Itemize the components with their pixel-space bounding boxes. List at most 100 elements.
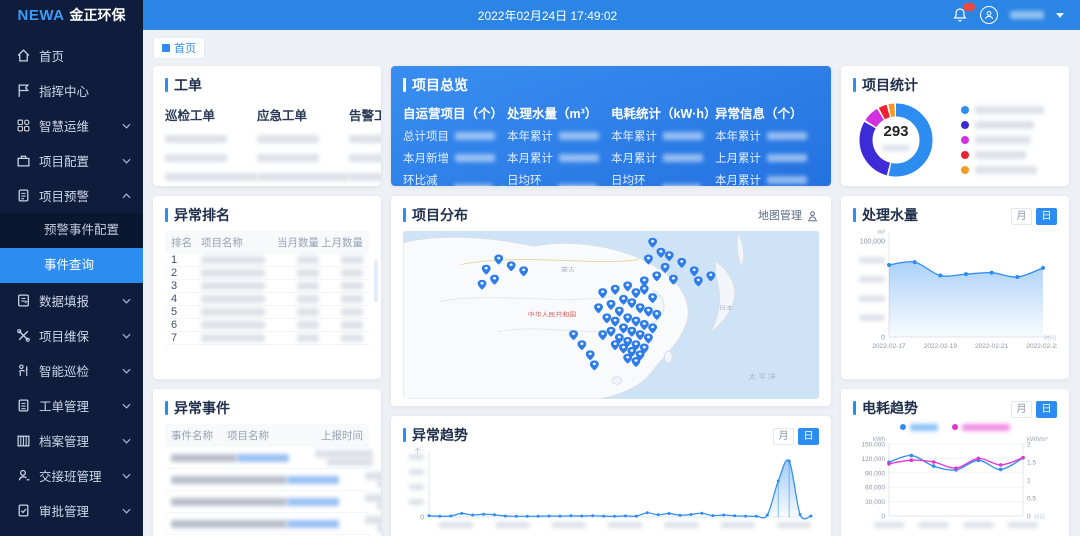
current-month-count-redacted <box>297 282 319 290</box>
sidebar-item-label: 交接班管理 <box>39 466 122 485</box>
map-pin-person-icon <box>806 209 819 222</box>
svg-text:0: 0 <box>881 335 885 342</box>
chevron-down-icon <box>122 298 131 304</box>
toggle-month[interactable]: 月 <box>773 428 794 445</box>
legend-item[interactable] <box>961 166 1044 174</box>
overview-metric-label: 日均环比 <box>507 172 552 186</box>
scrollbar-thumb[interactable] <box>374 260 378 302</box>
sidebar-item-smart-patrol[interactable]: 智能巡检 <box>0 353 143 388</box>
workorder-column-header: 巡检工单 <box>165 105 257 124</box>
event-row[interactable] <box>165 491 369 513</box>
legend-label-redacted <box>975 106 1044 114</box>
sidebar-item-label: 项目维保 <box>39 326 122 345</box>
overview-group-header: 处理水量（m³） <box>507 103 611 122</box>
toggle-day[interactable]: 日 <box>798 428 819 445</box>
user-menu-caret-icon[interactable] <box>1056 13 1064 18</box>
sidebar-item-project-maintenance[interactable]: 项目维保 <box>0 318 143 353</box>
overview-group-header: 异常信息（个） <box>715 103 819 122</box>
svg-text:0: 0 <box>420 515 424 522</box>
event-row[interactable] <box>165 447 369 469</box>
svg-text:1.5: 1.5 <box>1027 460 1036 467</box>
svg-text:0: 0 <box>881 514 885 521</box>
sidebar-item-project-alert[interactable]: 项目预警 <box>0 178 143 213</box>
map-label: 太平洋 <box>748 372 778 380</box>
report-time-redacted <box>377 480 381 488</box>
topbar-right <box>952 0 1080 30</box>
ranking-title: 异常排名 <box>174 205 230 225</box>
toggle-day[interactable]: 日 <box>1036 208 1057 225</box>
event-row[interactable] <box>165 469 369 491</box>
overview-metric-row: 本月新增 <box>403 150 507 166</box>
ranking-row[interactable]: 5 <box>165 306 369 319</box>
workorder-value-redacted <box>257 173 349 181</box>
sidebar-subitem-event-query[interactable]: 事件查询 <box>0 248 143 283</box>
sidebar-item-command-center[interactable]: 指挥中心 <box>0 73 143 108</box>
project-name-redacted <box>201 321 265 329</box>
sidebar-item-archive-mgmt[interactable]: 档案管理 <box>0 423 143 458</box>
project-stats-donut[interactable]: 293 <box>853 97 939 183</box>
svg-text:时间: 时间 <box>1044 334 1056 342</box>
overview-metric-label: 本月累计 <box>715 172 761 186</box>
legend-item[interactable] <box>961 121 1044 129</box>
power-title: 电耗趋势 <box>862 398 918 418</box>
legend-item[interactable] <box>961 151 1044 159</box>
overview-metric-label: 本月累计 <box>611 150 657 166</box>
ranking-row[interactable]: 7 <box>165 332 369 345</box>
ranking-row[interactable]: 3 <box>165 280 369 293</box>
sidebar-item-workorder-mgmt[interactable]: 工单管理 <box>0 388 143 423</box>
overview-group-header: 自运营项目（个） <box>403 103 507 122</box>
legend-dot <box>961 151 969 159</box>
rank-number: 4 <box>171 293 201 305</box>
workorder-value-redacted <box>165 154 227 162</box>
brand-logo[interactable]: NEWA 金正环保 <box>0 0 143 30</box>
sidebar-item-shift-mgmt[interactable]: 交接班管理 <box>0 458 143 493</box>
overview-title: 项目总览 <box>412 75 468 95</box>
chevron-up-icon <box>122 193 131 199</box>
event-row[interactable] <box>165 513 369 535</box>
ranking-row[interactable]: 4 <box>165 293 369 306</box>
ranking-row[interactable]: 6 <box>165 319 369 332</box>
overview-metric-label: 上月累计 <box>715 150 761 166</box>
sidebar-item-home[interactable]: 首页 <box>0 38 143 73</box>
breadcrumb[interactable]: 首页 <box>153 37 205 59</box>
toggle-day[interactable]: 日 <box>1036 401 1057 418</box>
current-month-count-redacted <box>297 295 319 303</box>
overview-metric-value-redacted <box>663 132 703 140</box>
abnormal-trend-chart: 个0 <box>403 445 819 536</box>
map-manage-link[interactable]: 地图管理 <box>758 207 819 223</box>
sidebar-item-project-config[interactable]: 项目配置 <box>0 143 143 178</box>
power-legend-label-redacted <box>962 424 1010 431</box>
user-avatar[interactable] <box>980 6 998 24</box>
power-legend-item[interactable] <box>900 424 938 431</box>
notification-bell-icon[interactable] <box>952 7 968 23</box>
event-project-link-redacted <box>237 454 289 462</box>
sidebar-item-smart-ops[interactable]: 智慧运维 <box>0 108 143 143</box>
workorder-value-redacted <box>257 135 319 143</box>
last-month-count-redacted <box>341 334 363 342</box>
username-redacted[interactable] <box>1010 11 1044 19</box>
china-map[interactable]: 蒙古中华人民共和国日本太平洋 <box>403 231 819 399</box>
legend-item[interactable] <box>961 106 1044 114</box>
sidebar-subitem-alert-event-config[interactable]: 预警事件配置 <box>0 213 143 248</box>
rank-number: 1 <box>171 254 201 266</box>
legend-dot <box>952 424 958 430</box>
workorder-value-redacted <box>349 135 381 143</box>
chevron-down-icon <box>122 438 131 444</box>
sidebar-item-label: 智慧运维 <box>39 116 122 135</box>
sidebar-item-label: 审批管理 <box>39 501 122 520</box>
sidebar-item-data-report[interactable]: 数据填报 <box>0 283 143 318</box>
overview-metric-label: 环比减少 <box>403 172 448 186</box>
project-name-redacted <box>201 334 265 342</box>
sidebar-item-label: 档案管理 <box>39 431 122 450</box>
legend-item[interactable] <box>961 136 1044 144</box>
power-legend-item[interactable] <box>952 424 1010 431</box>
ranking-header: 当月数量 <box>267 235 319 250</box>
toggle-month[interactable]: 月 <box>1011 208 1032 225</box>
report-time-redacted <box>315 450 373 458</box>
ranking-header: 项目名称 <box>201 235 267 250</box>
stats-title: 项目统计 <box>862 75 918 95</box>
ranking-row[interactable]: 2 <box>165 267 369 280</box>
sidebar-item-approval-mgmt[interactable]: 审批管理 <box>0 493 143 528</box>
ranking-row[interactable]: 1 <box>165 254 369 267</box>
toggle-month[interactable]: 月 <box>1011 401 1032 418</box>
